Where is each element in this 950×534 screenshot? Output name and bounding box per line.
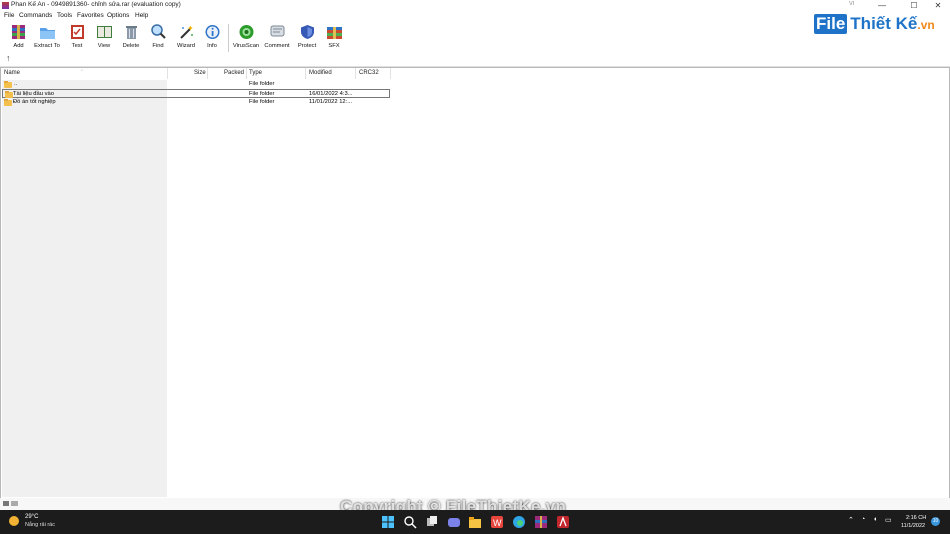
shield-icon — [299, 24, 316, 40]
file-list-background — [2, 80, 167, 497]
magnifier-icon — [150, 24, 167, 40]
protect-button[interactable]: Protect — [296, 24, 318, 52]
clock-time[interactable]: 2:16 CH — [906, 515, 926, 521]
table-row[interactable]: Tài liệu đầu vào File folder 16/01/2022 … — [2, 89, 390, 98]
minimize-button[interactable]: — — [870, 0, 894, 11]
col-divider[interactable] — [355, 68, 356, 79]
winrar-taskbar-icon[interactable] — [534, 515, 548, 529]
find-button[interactable]: Find — [148, 24, 168, 52]
menu-tools[interactable]: Tools — [57, 12, 72, 19]
view-book-icon — [96, 24, 113, 40]
start-windows-icon[interactable] — [381, 515, 395, 529]
folder-icon — [4, 99, 12, 106]
up-one-level-button[interactable]: ↑ — [6, 53, 11, 63]
wps-office-icon[interactable]: W — [490, 515, 504, 529]
add-archive-icon — [10, 24, 27, 40]
info-button[interactable]: Info — [203, 24, 221, 52]
comment-button[interactable]: Comment — [263, 24, 291, 52]
volume-icon[interactable]: ◖ — [873, 516, 877, 523]
table-row[interactable]: Đồ án tốt nghiệp File folder 11/01/2022 … — [2, 98, 390, 107]
chat-icon[interactable] — [447, 515, 461, 529]
col-divider[interactable] — [207, 68, 208, 79]
view-button[interactable]: View — [93, 24, 115, 52]
col-name[interactable]: Name — [4, 68, 20, 79]
menu-help[interactable]: Help — [135, 12, 148, 19]
svg-text:✦: ✦ — [187, 24, 194, 33]
edge-browser-icon[interactable] — [512, 515, 526, 529]
sfx-button[interactable]: SFX — [323, 24, 345, 52]
filethietke-logo: File Thiết Kế.vn — [814, 14, 935, 34]
comment-icon — [269, 24, 286, 40]
trash-icon — [123, 24, 140, 40]
battery-icon[interactable]: ▭ — [885, 516, 892, 524]
folder-icon — [4, 81, 12, 88]
test-button[interactable]: Test — [66, 24, 88, 52]
taskbar: 29°C Nắng rải rác W ⌃ ◔ ◖ ▭ 2:16 CH 11/1… — [0, 510, 950, 534]
autocad-icon[interactable] — [556, 515, 570, 529]
close-button[interactable]: ✕ — [926, 0, 950, 11]
col-divider[interactable] — [167, 68, 168, 79]
menu-options[interactable]: Options — [107, 12, 129, 19]
col-size[interactable]: Size — [194, 68, 206, 79]
toolbar: Add Extract To Test View Delete Find ✦ W… — [0, 21, 950, 53]
winrar-app-icon — [2, 2, 9, 9]
search-icon[interactable] — [403, 515, 417, 529]
toolbar-separator — [228, 24, 229, 52]
file-list[interactable]: Name ˇ Size Packed Type Modified CRC32 .… — [0, 67, 950, 499]
magic-wand-icon: ✦ — [178, 24, 195, 40]
virusscan-button[interactable]: VirusScan — [232, 24, 260, 52]
clock-date[interactable]: 11/1/2022 — [901, 523, 925, 529]
file-explorer-icon[interactable] — [468, 515, 482, 529]
col-divider[interactable] — [305, 68, 306, 79]
test-checklist-icon — [69, 24, 86, 40]
sfx-archive-icon — [326, 24, 343, 40]
menu-commands[interactable]: Commands — [19, 12, 52, 19]
col-packed[interactable]: Packed — [224, 68, 244, 79]
weather-desc[interactable]: Nắng rải rác — [25, 522, 55, 528]
wizard-button[interactable]: ✦ Wizard — [175, 24, 197, 52]
info-icon — [204, 24, 221, 40]
extract-to-button[interactable]: Extract To — [33, 24, 61, 52]
menu-file[interactable]: File — [4, 12, 14, 19]
menu-bar: File Commands Tools Favorites Options He… — [0, 11, 950, 21]
col-crc32[interactable]: CRC32 — [359, 68, 379, 79]
notification-badge[interactable]: 10 — [931, 517, 940, 526]
col-modified[interactable]: Modified — [309, 68, 332, 79]
task-view-icon[interactable] — [425, 515, 439, 529]
window-title: Phan Kế An - 0949891360- chỉnh sửa.rar (… — [11, 1, 181, 8]
title-bar: Phan Kế An - 0949891360- chỉnh sửa.rar (… — [0, 0, 950, 11]
svg-text:W: W — [493, 518, 502, 528]
extract-folder-icon — [39, 24, 56, 40]
language-indicator: VI — [849, 1, 855, 7]
col-divider[interactable] — [390, 68, 391, 79]
weather-temp[interactable]: 29°C — [25, 514, 38, 520]
weather-sun-icon[interactable] — [9, 516, 19, 526]
address-bar: ↑ — [0, 53, 950, 67]
add-button[interactable]: Add — [6, 24, 31, 52]
wifi-icon[interactable]: ◔ — [861, 516, 865, 523]
sort-chevron-icon: ˇ — [81, 70, 83, 76]
virus-scan-icon — [238, 24, 255, 40]
menu-favorites[interactable]: Favorites — [77, 12, 104, 19]
col-type[interactable]: Type — [249, 68, 262, 79]
drive-icon — [3, 501, 9, 506]
maximize-button[interactable]: ☐ — [902, 0, 926, 11]
table-row-parent[interactable]: .. File folder — [2, 80, 390, 89]
chevron-up-icon[interactable]: ⌃ — [848, 516, 854, 524]
key-icon — [11, 501, 18, 506]
col-divider[interactable] — [246, 68, 247, 79]
delete-button[interactable]: Delete — [120, 24, 142, 52]
